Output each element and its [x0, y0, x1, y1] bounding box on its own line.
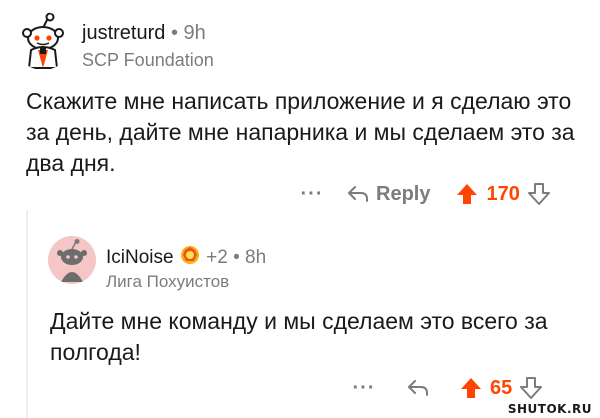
reply-arrow-icon — [408, 380, 428, 396]
comment-1-body: Скажите мне написать приложение и я сдел… — [26, 88, 575, 176]
comment-2-separator: • — [233, 247, 240, 268]
snoo-avatar-icon — [22, 12, 64, 69]
upvote-button[interactable] — [456, 182, 478, 206]
more-options-button[interactable]: ··· — [300, 183, 324, 206]
upvote-arrow-icon — [457, 184, 478, 204]
upvote-arrow-icon — [461, 378, 481, 398]
watermark: SHUTOK.RU — [507, 402, 592, 416]
upvote-button[interactable] — [460, 376, 482, 400]
comment-2-flair: Лига Похуистов — [106, 272, 230, 291]
reply-button[interactable]: Reply — [346, 183, 430, 206]
thread-line[interactable] — [26, 210, 28, 418]
more-options-button[interactable]: ··· — [352, 377, 376, 400]
comment-2-actions: ··· 65 — [352, 372, 543, 404]
comment-2-time: 8h — [245, 247, 267, 268]
comment-1-flair: SCP Foundation — [82, 50, 214, 70]
downvote-arrow-icon — [527, 183, 550, 205]
comment-2-score: 65 — [490, 376, 513, 399]
reply-label: Reply — [376, 182, 431, 205]
comment-2-award-count: +2 — [206, 247, 228, 268]
comment-1-actions: ··· Reply 170 — [300, 178, 550, 210]
downvote-button[interactable] — [520, 376, 543, 400]
comment-1-time: 9h — [183, 22, 206, 44]
comment-2-header: IciNoise +2 • 8h — [106, 244, 266, 272]
downvote-arrow-icon — [520, 377, 543, 399]
comment-2-username[interactable]: IciNoise — [106, 247, 174, 268]
comment-1-header: justreturd • 9h — [82, 22, 206, 45]
reply-arrow-icon — [348, 186, 368, 202]
comment-2-body: Дайте мне команду и мы сделаем это всего… — [50, 308, 548, 365]
comment-1-avatar[interactable] — [14, 12, 72, 70]
comment-1-separator: • — [170, 22, 178, 44]
snoo-avatar-icon — [48, 236, 96, 284]
comment-1-score: 170 — [486, 182, 520, 205]
award-icon — [180, 246, 199, 264]
comment-1-username[interactable]: justreturd — [82, 22, 165, 44]
comment-2-avatar[interactable] — [48, 236, 96, 284]
award-icon[interactable] — [179, 244, 201, 272]
reply-button[interactable] — [406, 377, 430, 399]
downvote-button[interactable] — [527, 182, 550, 206]
